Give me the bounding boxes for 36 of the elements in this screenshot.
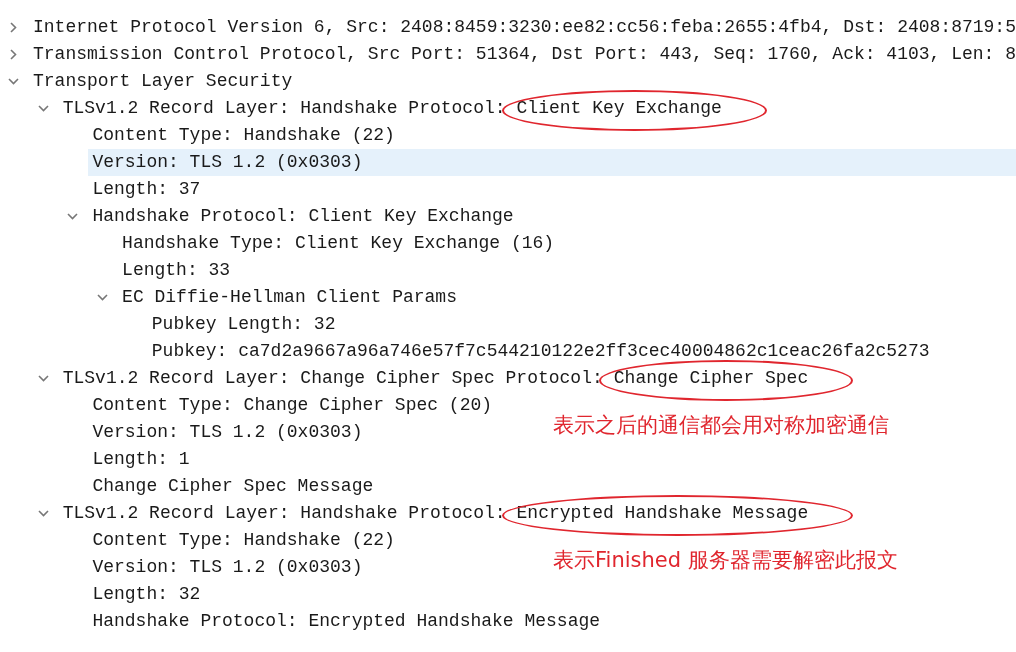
tree-item[interactable]: Length: 37	[88, 176, 205, 203]
annotation-note: 表示Finished 服务器需要解密此报文	[553, 547, 898, 573]
tree-item[interactable]: Version: TLS 1.2 (0x0303)	[88, 419, 367, 446]
tree-item[interactable]: Content Type: Handshake (22)	[88, 122, 399, 149]
tree-item[interactable]: Change Cipher Spec Message	[88, 473, 378, 500]
chevron-down-icon[interactable]	[37, 373, 49, 384]
chevron-right-icon[interactable]	[8, 22, 19, 33]
tree-item[interactable]: Handshake Type: Client Key Exchange (16)	[118, 230, 559, 257]
chevron-right-icon[interactable]	[8, 49, 19, 60]
tree-item[interactable]: Content Type: Change Cipher Spec (20)	[88, 392, 497, 419]
chevron-down-icon[interactable]	[37, 103, 49, 114]
tree-item[interactable]: Transmission Control Protocol, Src Port: 51364, Dst Port: 443, Seq: 1760, Ack: 4103, Len: 8	[29, 41, 1016, 68]
tree-item[interactable]: Content Type: Handshake (22)	[88, 527, 399, 554]
field-value: Encrypted Handshake Message	[516, 503, 809, 523]
tree-item[interactable]: Length: 32	[88, 581, 205, 608]
tree-item[interactable]: Length: 1	[88, 446, 194, 473]
tree-item[interactable]: Pubkey Length: 32	[147, 311, 340, 338]
annotation-note: 表示之后的通信都会用对称加密通信	[553, 412, 889, 438]
field-value: Change Cipher Spec	[613, 368, 809, 388]
tree-item[interactable]: Pubkey: ca7d2a9667a96a746e57f7c544210122e2ff3cec40004862c1ceac26fa2c5273	[147, 338, 934, 365]
tree-item[interactable]: Internet Protocol Version 6, Src: 2408:8459:3230:ee82:cc56:feba:2655:4fb4, Dst: 2408:8719:5	[29, 14, 1016, 41]
field-value: Client Key Exchange	[516, 98, 722, 118]
chevron-down-icon[interactable]	[97, 292, 109, 303]
tree-item[interactable]: TLSv1.2 Record Layer: Handshake Protocol:	[58, 500, 510, 527]
chevron-down-icon[interactable]	[37, 508, 49, 519]
tree-item[interactable]: Length: 33	[118, 257, 235, 284]
tree-item[interactable]: TLSv1.2 Record Layer: Change Cipher Spec Protocol:	[58, 365, 607, 392]
tree-item[interactable]: Version: TLS 1.2 (0x0303)	[88, 149, 1016, 176]
tree-item[interactable]: TLSv1.2 Record Layer: Handshake Protocol:	[58, 95, 510, 122]
tree-item[interactable]: EC Diffie-Hellman Client Params	[118, 284, 461, 311]
tree-item[interactable]: Version: TLS 1.2 (0x0303)	[88, 554, 367, 581]
tree-item[interactable]: Handshake Protocol: Client Key Exchange	[88, 203, 518, 230]
chevron-down-icon[interactable]	[67, 211, 79, 222]
tree-item[interactable]: Transport Layer Security	[29, 68, 297, 95]
tree-item[interactable]: Handshake Protocol: Encrypted Handshake Message	[88, 608, 605, 635]
chevron-down-icon[interactable]	[8, 76, 19, 87]
